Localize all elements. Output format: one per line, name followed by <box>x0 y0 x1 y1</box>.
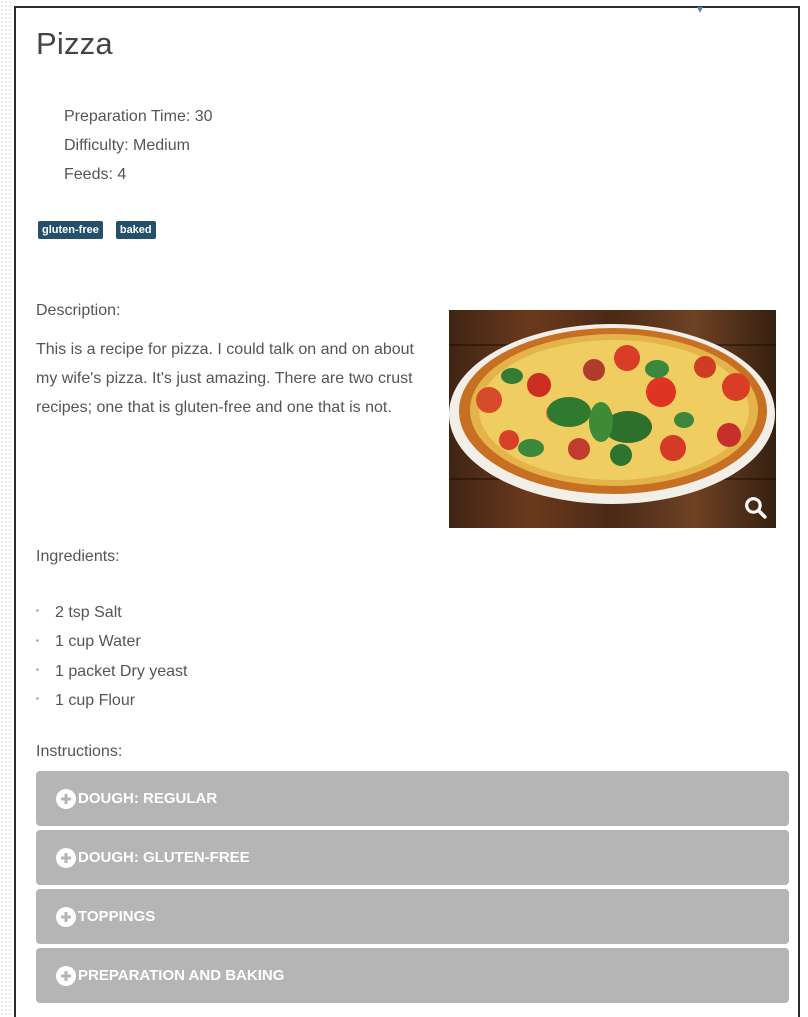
accordion-toppings[interactable]: TOPPINGS <box>36 889 789 944</box>
ingredient-item: 2 tsp Salt <box>36 598 188 627</box>
ingredient-item: 1 packet Dry yeast <box>36 657 188 686</box>
recipe-meta: Preparation Time: 30 Difficulty: Medium … <box>64 102 213 189</box>
tag-gluten-free[interactable]: gluten-free <box>38 221 103 239</box>
ingredient-list: 2 tsp Salt 1 cup Water 1 packet Dry yeas… <box>36 598 188 715</box>
instructions-label: Instructions: <box>36 743 123 760</box>
instructions-accordion: DOUGH: REGULAR DOUGH: GLUTEN-FREE TOPPIN… <box>36 771 789 1007</box>
accordion-label: PREPARATION AND BAKING <box>78 967 285 984</box>
corner-arrow-icon: ▾ <box>697 2 704 16</box>
plus-circle-icon[interactable] <box>56 906 76 927</box>
plus-circle-icon[interactable] <box>56 965 76 986</box>
pizza-illustration <box>449 324 775 504</box>
ingredients-label: Ingredients: <box>36 548 120 565</box>
accordion-label: DOUGH: GLUTEN-FREE <box>78 849 250 866</box>
recipe-title: Pizza <box>36 26 113 61</box>
accordion-dough-gluten-free[interactable]: DOUGH: GLUTEN-FREE <box>36 830 789 885</box>
accordion-label: TOPPINGS <box>78 908 156 925</box>
description-label: Description: <box>36 302 121 319</box>
ingredient-item: 1 cup Flour <box>36 686 188 715</box>
tag-list: gluten-free baked <box>38 221 156 239</box>
plus-circle-icon[interactable] <box>56 847 76 868</box>
page-left-edge <box>0 0 12 1017</box>
pizza-photo[interactable] <box>449 310 776 528</box>
difficulty: Difficulty: Medium <box>64 137 190 154</box>
tag-baked[interactable]: baked <box>115 221 156 239</box>
prep-time: Preparation Time: 30 <box>64 108 213 125</box>
search-icon[interactable] <box>743 495 768 520</box>
feeds: Feeds: 4 <box>64 166 127 183</box>
recipe-card: ▾ Pizza Preparation Time: 30 Difficulty:… <box>14 2 800 1017</box>
accordion-dough-regular[interactable]: DOUGH: REGULAR <box>36 771 789 826</box>
plus-circle-icon[interactable] <box>56 788 76 809</box>
accordion-label: DOUGH: REGULAR <box>78 790 218 807</box>
accordion-preparation-baking[interactable]: PREPARATION AND BAKING <box>36 948 789 1003</box>
recipe-description: This is a recipe for pizza. I could talk… <box>36 341 414 416</box>
ingredient-item: 1 cup Water <box>36 627 188 656</box>
